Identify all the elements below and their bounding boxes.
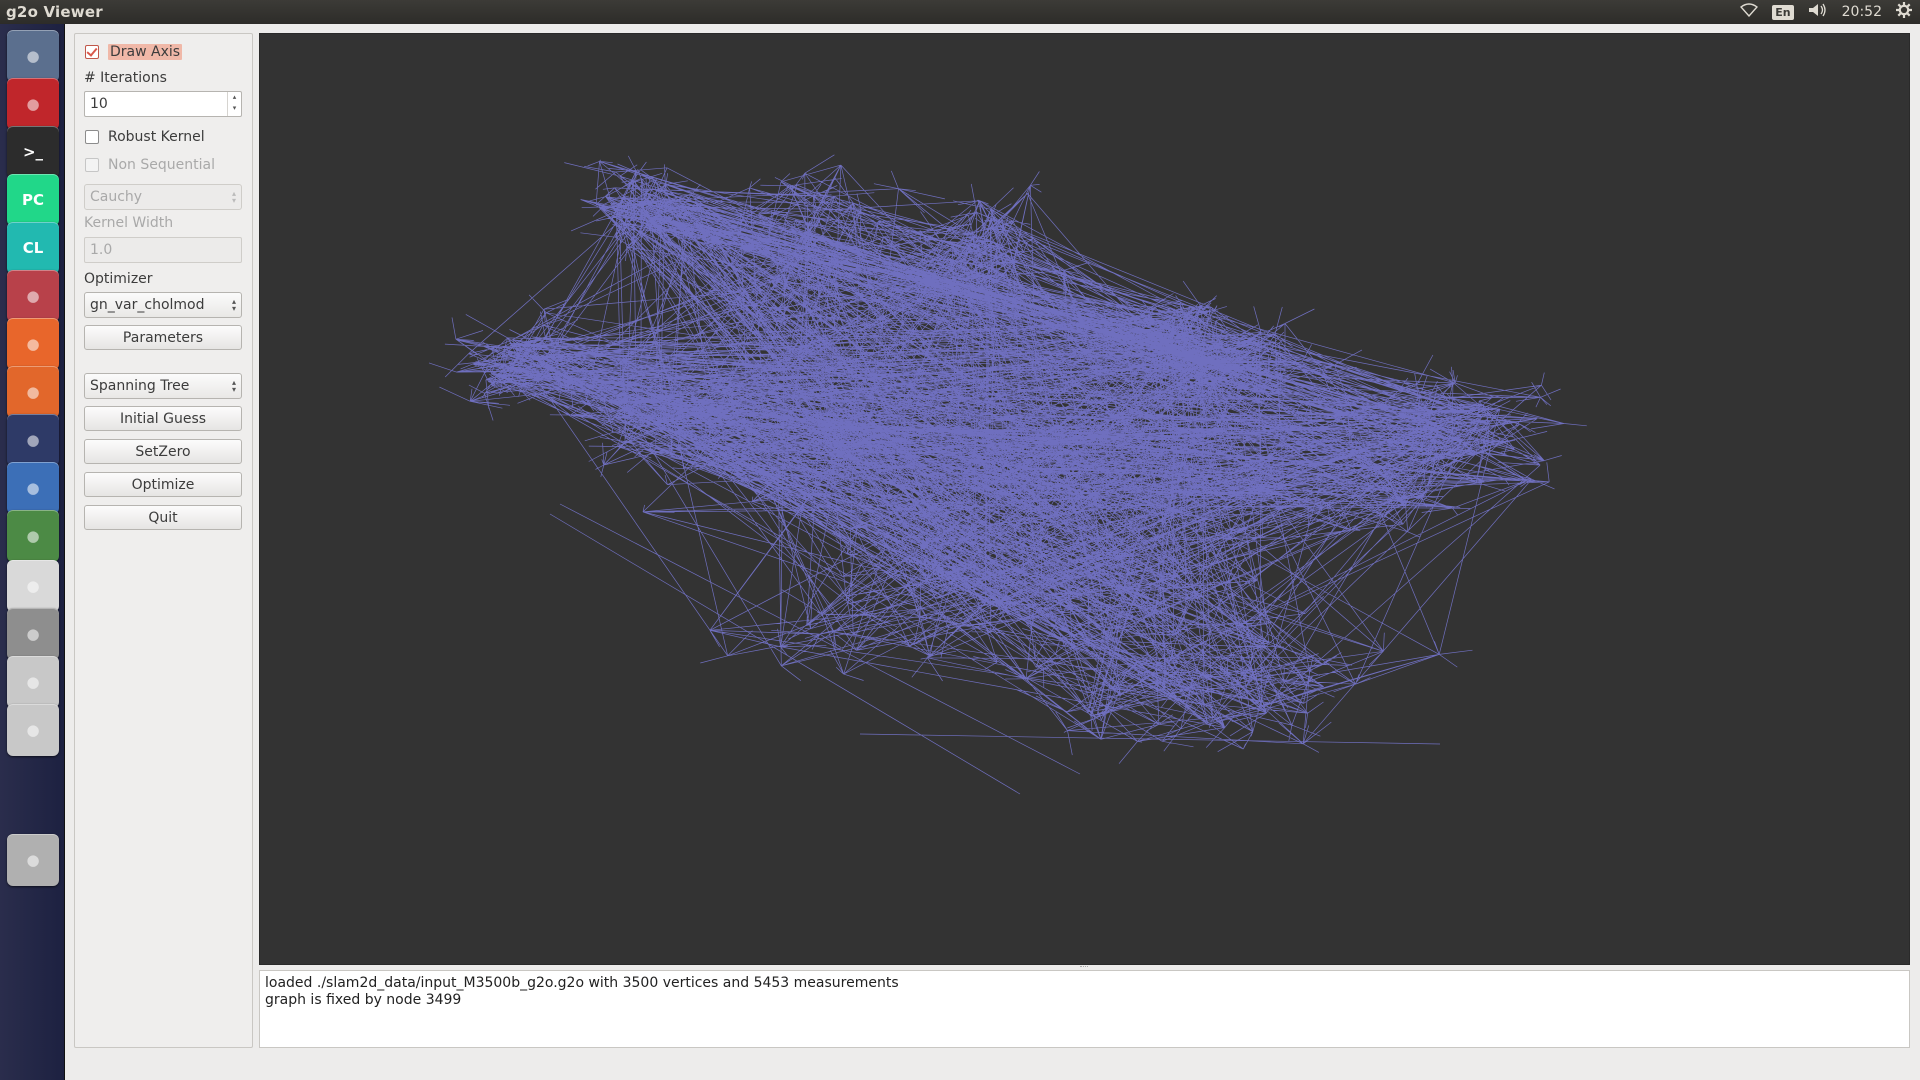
launcher-terminal[interactable]: >_: [7, 126, 59, 178]
top-panel: g2o Viewer En 20:52: [0, 0, 1920, 24]
initial-guess-method-combobox[interactable]: Spanning Tree ▴ ▾: [84, 373, 242, 399]
robust-kernel-checkbox[interactable]: [85, 130, 99, 144]
log-line: graph is fixed by node 3499: [265, 992, 462, 1008]
trash-icon: ●: [26, 851, 40, 869]
pycharm-icon: PC: [21, 191, 44, 209]
quit-button[interactable]: Quit: [84, 505, 242, 530]
launcher-drive-1[interactable]: ●: [7, 656, 59, 708]
graph-edges: [428, 154, 1587, 795]
keyboard-language-indicator[interactable]: En: [1772, 4, 1794, 20]
firefox-icon: ●: [26, 335, 40, 353]
drive-icon: ●: [26, 673, 40, 691]
launcher-vlc[interactable]: ●: [7, 414, 59, 466]
splitter-handle[interactable]: [1080, 966, 1088, 969]
kernel-width-field: [84, 237, 242, 263]
kernel-width-input: [85, 238, 225, 262]
iterations-input[interactable]: [85, 92, 225, 116]
file-manager-icon: ●: [26, 287, 40, 305]
optimizer-value: gn_var_cholmod: [90, 297, 205, 313]
drive-icon: ●: [26, 721, 40, 739]
iterations-label: # Iterations: [84, 70, 167, 86]
launcher-firefox[interactable]: ●: [7, 318, 59, 370]
launcher-text-editor[interactable]: ●: [7, 560, 59, 612]
control-panel: Draw Axis # Iterations ▴▾ Robust Kernel …: [74, 33, 253, 1048]
launcher-pycharm[interactable]: PC: [7, 174, 59, 226]
setzero-button[interactable]: SetZero: [84, 439, 242, 464]
draw-axis-label[interactable]: Draw Axis: [108, 44, 183, 60]
wifi-icon[interactable]: [1740, 3, 1759, 21]
volume-icon[interactable]: [1808, 3, 1828, 21]
clion-icon: CL: [22, 239, 44, 257]
launcher-software-center[interactable]: ●: [7, 366, 59, 418]
graph-viewer-canvas[interactable]: [259, 33, 1910, 965]
graph-edge-paths: [428, 154, 1587, 764]
clock[interactable]: 20:52: [1842, 4, 1882, 20]
ubuntu-circle-icon: ●: [26, 479, 40, 497]
text-editor-icon: ●: [26, 577, 40, 595]
launcher-clion[interactable]: CL: [7, 222, 59, 274]
initial-guess-method-value: Spanning Tree: [90, 378, 190, 394]
help-icon: ●: [26, 625, 40, 643]
launcher-trash[interactable]: ●: [7, 834, 59, 886]
software-updater-icon: ●: [26, 527, 40, 545]
screen-recorder-icon: ●: [26, 95, 40, 113]
ubuntu-logo-icon: ●: [26, 47, 40, 65]
combo-arrows-icon: ▴ ▾: [231, 378, 236, 394]
g2o-viewer-window: Draw Axis # Iterations ▴▾ Robust Kernel …: [65, 24, 1920, 1080]
draw-axis-checkbox-row[interactable]: Draw Axis: [85, 41, 183, 63]
indicator-area: En 20:52: [1740, 0, 1912, 24]
vlc-icon: ●: [26, 431, 40, 449]
kernel-type-combobox: Cauchy ▴ ▾: [84, 184, 242, 210]
launcher-software-updater[interactable]: ●: [7, 510, 59, 562]
app-title: g2o Viewer: [6, 3, 103, 21]
launcher-help[interactable]: ●: [7, 608, 59, 660]
non-sequential-checkbox-row: Non Sequential: [85, 154, 215, 176]
terminal-icon: >_: [22, 143, 44, 161]
iterations-spinbox[interactable]: ▴▾: [84, 91, 242, 117]
combo-arrows-icon: ▴ ▾: [231, 189, 236, 205]
optimizer-combobox[interactable]: gn_var_cholmod ▴ ▾: [84, 292, 242, 318]
pose-graph[interactable]: [260, 34, 1909, 964]
launcher-drive-2[interactable]: ●: [7, 704, 59, 756]
iterations-spin-arrows[interactable]: ▴ ▾: [227, 92, 241, 116]
non-sequential-checkbox: [85, 158, 99, 172]
launcher-ubuntu-one[interactable]: ●: [7, 462, 59, 514]
robust-kernel-checkbox-row[interactable]: Robust Kernel: [85, 126, 205, 148]
software-center-icon: ●: [26, 383, 40, 401]
optimize-button[interactable]: Optimize: [84, 472, 242, 497]
launcher-files[interactable]: ●: [7, 270, 59, 322]
gear-icon[interactable]: [1896, 2, 1912, 22]
kernel-type-value: Cauchy: [90, 189, 143, 205]
parameters-button[interactable]: Parameters: [84, 325, 242, 350]
optimizer-label: Optimizer: [84, 271, 153, 287]
kernel-width-label: Kernel Width: [84, 215, 174, 231]
draw-axis-checkbox[interactable]: [85, 45, 99, 59]
non-sequential-label: Non Sequential: [108, 157, 215, 173]
log-output: loaded ./slam2d_data/input_M3500b_g2o.g2…: [259, 970, 1910, 1048]
robust-kernel-label[interactable]: Robust Kernel: [108, 129, 205, 145]
log-line: loaded ./slam2d_data/input_M3500b_g2o.g2…: [265, 975, 899, 991]
initial-guess-button[interactable]: Initial Guess: [84, 406, 242, 431]
combo-arrows-icon: ▴ ▾: [231, 297, 236, 313]
dash-button[interactable]: ●: [7, 30, 59, 82]
launcher-recorder[interactable]: ●: [7, 78, 59, 130]
launcher: ● ● >_ PC CL ● ● ● ● ● ● ● ● ● ● ●: [0, 24, 65, 1080]
